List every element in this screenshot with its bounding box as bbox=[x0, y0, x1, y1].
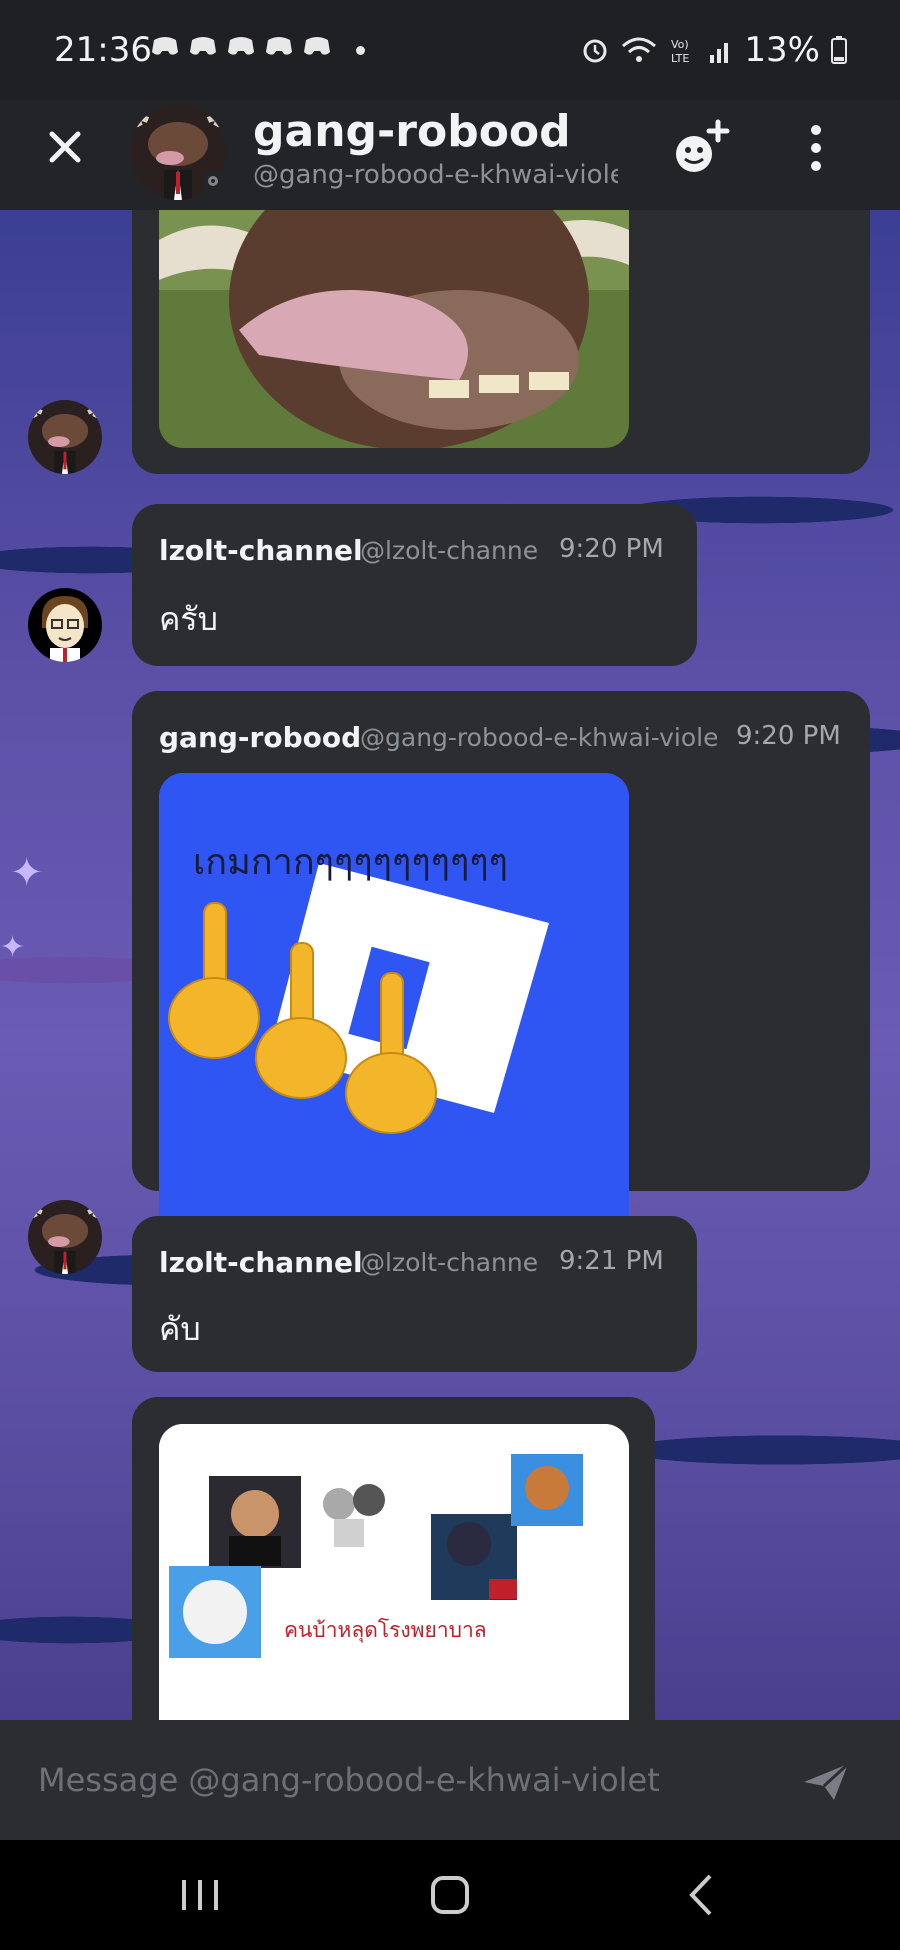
sparkle-decoration: ✦ bbox=[10, 850, 44, 896]
image-text: เกมกากๆๆๆๆๆๆๆๆๆๆ bbox=[193, 842, 508, 883]
message-card[interactable]: gang-robood @gang-robood-e-khwai-violet … bbox=[132, 691, 870, 1243]
message-timestamp: 9:21 PM bbox=[559, 1246, 664, 1276]
svg-text:Vo): Vo) bbox=[671, 38, 689, 51]
header-username: @gang-robood-e-khwai-violet bbox=[253, 160, 618, 190]
alarm-icon bbox=[583, 39, 607, 63]
close-icon[interactable] bbox=[40, 122, 90, 172]
avatar[interactable] bbox=[28, 588, 102, 662]
dm-header: gang-robood @gang-robood-e-khwai-violet bbox=[0, 100, 900, 210]
avatar[interactable] bbox=[28, 400, 102, 474]
image-attachment[interactable]: เกมกากๆๆๆๆๆๆๆๆๆๆ bbox=[159, 773, 629, 1243]
message-timestamp: 9:20 PM bbox=[559, 534, 664, 564]
message-author[interactable]: lzolt-channel bbox=[159, 1246, 363, 1279]
wifi-icon bbox=[622, 37, 657, 62]
message-handle: @lzolt-channel bbox=[360, 536, 540, 565]
message-composer bbox=[0, 1720, 900, 1840]
status-time: 21:36 bbox=[54, 30, 152, 70]
discord-notification-icon bbox=[190, 37, 216, 55]
send-icon[interactable] bbox=[798, 1756, 854, 1806]
battery-percent: 13% bbox=[744, 30, 820, 70]
signal-icon bbox=[710, 43, 729, 63]
message-author[interactable]: gang-robood bbox=[159, 721, 361, 754]
back-icon[interactable] bbox=[672, 1870, 732, 1920]
message-list[interactable]: ✦ ✦ ✦ lzolt-channel @lzolt-channel 9:20 … bbox=[0, 210, 900, 1720]
system-nav-bar bbox=[0, 1840, 900, 1950]
sparkle-decoration: ✦ bbox=[0, 930, 26, 965]
message-handle: @gang-robood-e-khwai-violet bbox=[360, 723, 717, 752]
more-notifications-dot bbox=[356, 46, 365, 55]
recent-apps-icon[interactable] bbox=[170, 1870, 230, 1920]
discord-notification-icon bbox=[152, 37, 178, 55]
message-card[interactable]: lzolt-channel @lzolt-channel 9:21 PM คับ bbox=[132, 1216, 697, 1372]
message-author[interactable]: lzolt-channel bbox=[159, 534, 363, 567]
message-handle: @lzolt-channel bbox=[360, 1248, 540, 1277]
status-right: Vo) LTE 13% bbox=[580, 30, 848, 70]
more-options-icon[interactable] bbox=[796, 118, 836, 178]
svg-text:LTE: LTE bbox=[671, 52, 689, 65]
battery-icon bbox=[831, 36, 847, 64]
volte-icon: Vo)LTE bbox=[671, 38, 689, 65]
avatar[interactable] bbox=[28, 1200, 102, 1274]
message-card[interactable] bbox=[132, 210, 870, 474]
image-attachment[interactable] bbox=[159, 210, 629, 448]
message-card[interactable]: คนบ้าหลุดโรงพยาบาล bbox=[132, 1397, 655, 1720]
image-caption: คนบ้าหลุดโรงพยาบาล bbox=[284, 1618, 487, 1642]
notification-icons bbox=[150, 34, 332, 58]
discord-notification-icon bbox=[228, 37, 254, 55]
image-attachment[interactable]: คนบ้าหลุดโรงพยาบาล bbox=[159, 1424, 629, 1720]
discord-notification-icon bbox=[304, 37, 330, 55]
home-icon[interactable] bbox=[420, 1870, 480, 1920]
discord-notification-icon bbox=[266, 37, 292, 55]
message-timestamp: 9:20 PM bbox=[736, 721, 841, 751]
add-friend-icon[interactable] bbox=[668, 116, 732, 180]
offline-status-icon bbox=[202, 170, 224, 192]
message-text[interactable]: ครับ bbox=[159, 594, 218, 645]
message-input[interactable] bbox=[36, 1754, 700, 1806]
message-card[interactable]: lzolt-channel @lzolt-channel 9:20 PM ครั… bbox=[132, 504, 697, 666]
message-text[interactable]: คับ bbox=[159, 1304, 201, 1355]
status-bar: 21:36 Vo) LTE 13% bbox=[0, 0, 900, 100]
page-title[interactable]: gang-robood bbox=[253, 106, 571, 157]
